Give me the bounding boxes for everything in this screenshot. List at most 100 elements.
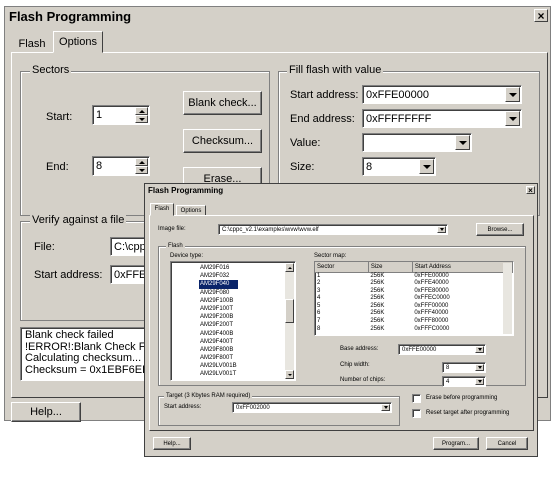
table-row[interactable]: 1 256K 0xFFE00000 xyxy=(315,272,513,280)
program-button[interactable]: Program... xyxy=(433,437,479,450)
number-of-chips-dropdown[interactable]: 4 xyxy=(442,376,486,387)
spin-up-icon[interactable] xyxy=(135,107,148,115)
window-title: Flash Programming xyxy=(148,185,224,195)
list-item[interactable]: AM29F080 xyxy=(199,289,238,297)
spin-buttons[interactable] xyxy=(135,107,148,123)
close-icon[interactable]: × xyxy=(526,186,535,195)
tab-flash[interactable]: Flash xyxy=(15,35,49,53)
scroll-down-icon[interactable] xyxy=(285,370,294,379)
list-item[interactable]: AM29F200T xyxy=(199,321,238,329)
fill-value-label: Value: xyxy=(290,137,321,149)
help-button[interactable]: Help... xyxy=(153,437,191,450)
target-start-address-dropdown[interactable]: 0xFF002000 xyxy=(232,402,392,413)
chevron-down-icon[interactable] xyxy=(455,135,470,150)
list-item[interactable]: AM29F400B xyxy=(199,330,238,338)
erase-before-label: Erase before programming xyxy=(426,395,498,401)
spin-down-icon[interactable] xyxy=(135,115,148,123)
table-cell: 256K xyxy=(370,295,385,302)
list-item[interactable]: AM29F040 xyxy=(199,280,238,289)
verify-file-label: File: xyxy=(34,241,55,253)
chip-width-label: Chip width: xyxy=(340,362,370,368)
flash-panel: Image file: C:\cppc_v2.1\examples\wvw\wv… xyxy=(149,215,534,431)
chevron-down-icon[interactable] xyxy=(505,111,520,126)
table-cell: 256K xyxy=(370,318,385,325)
spin-up-icon[interactable] xyxy=(135,158,148,166)
close-icon[interactable]: × xyxy=(534,9,548,23)
tab-options[interactable]: Options xyxy=(53,31,103,53)
sector-map-scrollbar[interactable] xyxy=(503,263,512,334)
title-bar[interactable]: Flash Programming × xyxy=(5,7,550,25)
chevron-down-icon[interactable] xyxy=(381,404,390,411)
column-header[interactable]: Sector xyxy=(315,262,369,273)
table-cell: 256K xyxy=(370,272,385,279)
table-cell: 256K xyxy=(370,325,385,332)
list-item[interactable]: AM29F032 xyxy=(199,272,238,280)
chevron-down-icon[interactable] xyxy=(475,364,484,371)
chip-width-dropdown[interactable]: 8 xyxy=(442,362,486,373)
sector-map-table[interactable]: Sector Size Start Address 1 256K 0xFFE00000 2… xyxy=(314,261,514,336)
spin-down-icon[interactable] xyxy=(135,166,148,174)
list-item[interactable]: AM29F400T xyxy=(199,338,238,346)
verify-group-label: Verify against a file xyxy=(30,214,127,226)
start-sector-stepper[interactable]: 1 xyxy=(92,105,150,125)
fill-start-address-dropdown[interactable]: 0xFFE00000 xyxy=(362,85,522,104)
fill-start-label: Start address: xyxy=(290,89,359,101)
fill-end-address-dropdown[interactable]: 0xFFFFFFFF xyxy=(362,109,522,128)
table-row[interactable]: 5 256K 0xFFF00000 xyxy=(315,303,513,311)
column-header[interactable]: Size xyxy=(368,262,413,273)
table-row[interactable]: 6 256K 0xFFF40000 xyxy=(315,310,513,318)
list-item[interactable]: AM29F200B xyxy=(199,313,238,321)
device-list-scrollbar[interactable] xyxy=(285,263,294,379)
column-header[interactable]: Start Address xyxy=(412,262,513,273)
table-row[interactable]: 8 256K 0xFFFC0000 xyxy=(315,326,513,334)
base-address-label: Base address: xyxy=(340,346,379,352)
device-type-list[interactable]: AM29F016 AM29F032 AM29F040 AM29F080 AM29F100… xyxy=(170,261,296,381)
reset-target-checkbox[interactable] xyxy=(412,409,421,418)
list-item[interactable]: AM29LV001T xyxy=(199,370,238,378)
blank-check-button[interactable]: Blank check... xyxy=(183,91,262,115)
fill-value-dropdown[interactable] xyxy=(362,133,472,152)
fill-flash-group-label: Fill flash with value xyxy=(287,64,384,76)
chevron-down-icon[interactable] xyxy=(475,346,484,353)
verify-start-label: Start address: xyxy=(34,269,103,281)
browse-button[interactable]: Browse... xyxy=(476,223,524,236)
chevron-down-icon[interactable] xyxy=(437,226,446,233)
target-start-label: Start address: xyxy=(164,404,202,410)
spin-buttons[interactable] xyxy=(135,158,148,174)
table-cell: 3 xyxy=(317,287,321,294)
table-row[interactable]: 2 256K 0xFFE40000 xyxy=(315,280,513,288)
table-cell: 0xFFF00000 xyxy=(414,302,449,309)
erase-before-checkbox[interactable] xyxy=(412,394,421,403)
scroll-thumb[interactable] xyxy=(285,299,294,323)
fill-size-dropdown[interactable]: 8 xyxy=(362,157,436,176)
scroll-up-icon[interactable] xyxy=(285,263,294,272)
list-item[interactable]: AM29F100T xyxy=(199,305,238,313)
sectors-group-label: Sectors xyxy=(30,64,72,76)
table-row[interactable]: 4 256K 0xFFEC0000 xyxy=(315,295,513,303)
table-cell: 256K xyxy=(370,280,385,287)
list-item[interactable]: AM29F100B xyxy=(199,297,238,305)
title-bar[interactable]: Flash Programming × xyxy=(145,184,537,196)
chevron-down-icon[interactable] xyxy=(475,378,484,385)
table-cell: 2 xyxy=(317,280,321,287)
list-item[interactable]: AM29F800B xyxy=(199,346,238,354)
chevron-down-icon[interactable] xyxy=(505,87,520,102)
table-row[interactable]: 7 256K 0xFFF80000 xyxy=(315,318,513,326)
list-item[interactable]: AM29F800T xyxy=(199,354,238,362)
cancel-button[interactable]: Cancel xyxy=(486,437,528,450)
image-file-dropdown[interactable]: C:\cppc_v2.1\examples\wvw\wvw.elf xyxy=(218,224,448,235)
fill-size-label: Size: xyxy=(290,161,315,173)
table-cell: 0xFFE40000 xyxy=(414,280,449,287)
start-label: Start: xyxy=(46,111,73,123)
end-sector-stepper[interactable]: 8 xyxy=(92,156,150,176)
base-address-dropdown[interactable]: 0xFFE00000 xyxy=(398,344,486,355)
checksum-button[interactable]: Checksum... xyxy=(183,129,262,153)
chevron-down-icon[interactable] xyxy=(419,159,434,174)
list-item[interactable]: AM29LV001B xyxy=(199,362,238,370)
table-row[interactable]: 3 256K 0xFFE80000 xyxy=(315,288,513,296)
table-cell: 8 xyxy=(317,325,321,332)
table-cell: 0xFFE00000 xyxy=(414,272,449,279)
tab-flash[interactable]: Flash xyxy=(150,203,174,216)
list-item[interactable]: AM29F016 xyxy=(199,264,238,272)
help-button[interactable]: Help... xyxy=(11,402,81,422)
